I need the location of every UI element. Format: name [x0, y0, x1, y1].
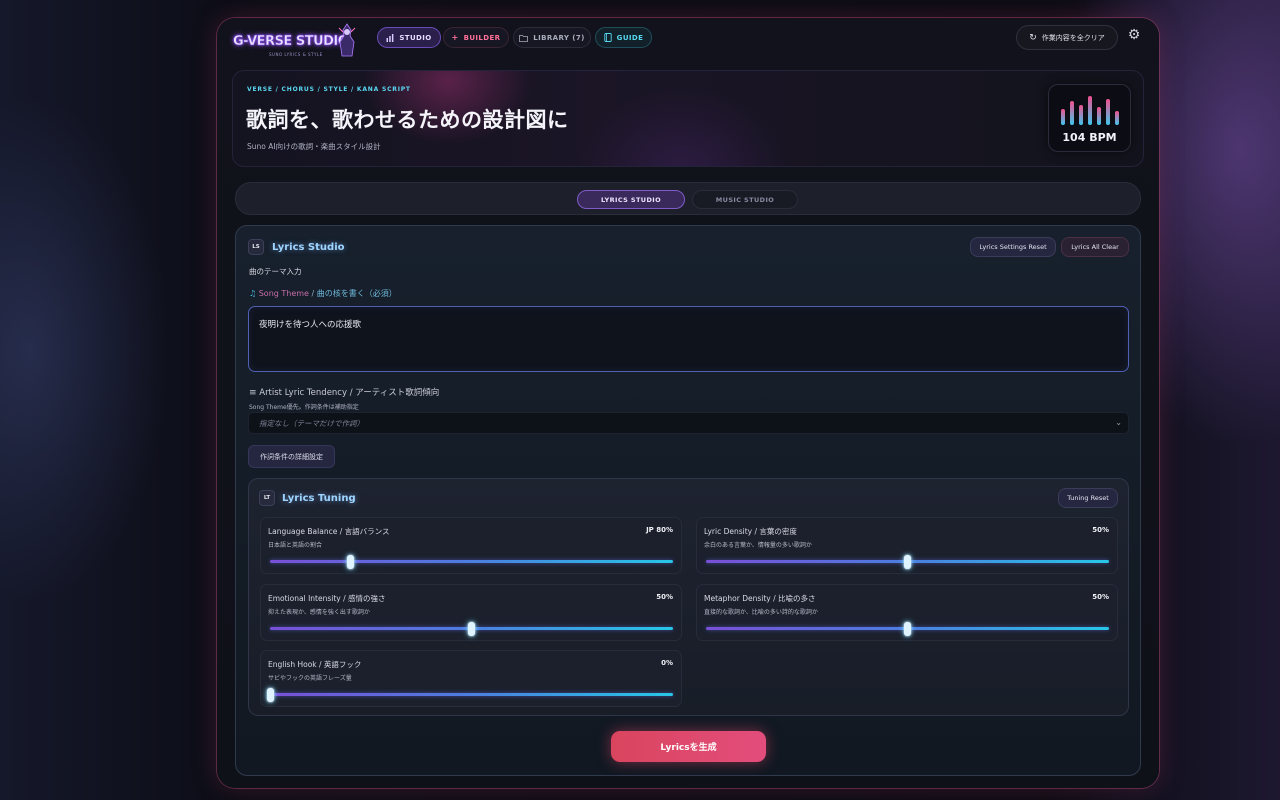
tuning-reset-button[interactable]: Tuning Reset — [1058, 488, 1118, 508]
app-window: G-VERSE STUDIO SUNO LYRICS & STYLE STUDI… — [217, 18, 1159, 788]
list-icon: ≡ — [249, 388, 257, 398]
lyrics-tuning-panel: LT Lyrics Tuning Tuning Reset Language B… — [248, 478, 1129, 716]
logo-character-icon — [338, 23, 356, 57]
slider-value: 50% — [1092, 526, 1109, 534]
slider-thumb[interactable] — [904, 622, 911, 636]
studio-toggle: LYRICS STUDIO MUSIC STUDIO — [235, 182, 1141, 215]
emotional-intensity-slider-card: Emotional Intensity / 感情の強さ 抑えた表現か、感情を強く… — [260, 584, 682, 641]
music-note-icon: ♫ — [249, 289, 257, 298]
slider-title: Language Balance / 言語バランス — [268, 527, 390, 536]
artist-tendency-note: Song Theme優先。作詞条件は補助指定 — [249, 404, 359, 411]
slider-title: Metaphor Density / 比喩の多さ — [704, 594, 816, 603]
bpm-value: 104 BPM — [1062, 131, 1117, 144]
artist-tendency-label-text: Artist Lyric Tendency / アーティスト歌詞傾向 — [259, 388, 440, 398]
equalizer-icon — [1061, 96, 1119, 125]
slider-desc: 日本語と英語の割合 — [268, 542, 323, 549]
language-balance-slider-card: Language Balance / 言語バランス 日本語と英語の割合 JP 8… — [260, 517, 682, 574]
slider-thumb[interactable] — [904, 555, 911, 569]
generate-lyrics-button[interactable]: Lyricsを生成 — [611, 731, 766, 762]
lyric-detail-settings-button[interactable]: 作詞条件の詳細設定 — [248, 445, 335, 468]
song-theme-input[interactable]: 夜明けを待つ人への応援歌 — [248, 306, 1129, 372]
slider-desc: 直接的な歌詞か、比喩の多い詩的な歌詞か — [704, 609, 818, 616]
slider-thumb[interactable] — [468, 622, 475, 636]
slider-track[interactable] — [270, 555, 673, 569]
tab-builder[interactable]: + BUILDER — [443, 27, 509, 48]
slider-track[interactable] — [706, 622, 1109, 636]
song-theme-label-sep: / — [308, 289, 317, 298]
tab-guide[interactable]: GUIDE — [595, 27, 652, 48]
hero-tags: VERSE / CHORUS / STYLE / KANA SCRIPT — [247, 86, 411, 93]
slider-title: English Hook / 英語フック — [268, 660, 362, 669]
logo-text: G-VERSE STUDIO — [233, 34, 349, 49]
chevron-down-icon: ⌄ — [1115, 418, 1122, 427]
tab-guide-label: GUIDE — [616, 33, 644, 42]
slider-value: 50% — [1092, 593, 1109, 601]
clear-all-label: 作業内容を全クリア — [1041, 33, 1105, 42]
hero-subtitle: Suno AI向けの歌詞・楽曲スタイル設計 — [247, 142, 381, 151]
folder-icon — [519, 34, 529, 42]
lyrics-tuning-badge: LT — [259, 490, 275, 506]
artist-tendency-value: 指定なし（テーマだけで作詞） — [259, 418, 364, 428]
slider-track[interactable] — [266, 688, 673, 702]
gear-icon[interactable]: ⚙ — [1127, 28, 1141, 42]
slider-value: 50% — [656, 593, 673, 601]
hero-banner: VERSE / CHORUS / STYLE / KANA SCRIPT 歌詞を… — [232, 70, 1144, 167]
tab-music-studio[interactable]: MUSIC STUDIO — [692, 190, 798, 209]
logo-subtext: SUNO LYRICS & STYLE — [269, 52, 323, 57]
plus-icon: + — [451, 33, 459, 42]
bar-chart-icon — [386, 33, 394, 42]
top-nav: G-VERSE STUDIO SUNO LYRICS & STYLE STUDI… — [217, 18, 1159, 58]
slider-track[interactable] — [706, 555, 1109, 569]
tab-library-label: LIBRARY (7) — [533, 33, 585, 42]
slider-thumb[interactable] — [347, 555, 355, 569]
tab-studio-label: STUDIO — [399, 33, 432, 42]
theme-section-label: 曲のテーマ入力 — [249, 267, 302, 276]
lyrics-studio-badge: LS — [248, 239, 264, 255]
page-title: 歌詞を、歌わせるための設計図に — [246, 108, 569, 132]
book-icon — [604, 33, 612, 42]
slider-desc: 抑えた表現か、感情を強く出す歌詞か — [268, 609, 370, 616]
artist-tendency-label: ≡ Artist Lyric Tendency / アーティスト歌詞傾向 — [249, 386, 439, 398]
slider-desc: 余白のある言葉か、情報量の多い歌詞か — [704, 542, 812, 549]
song-theme-label-en: Song Theme — [258, 289, 309, 298]
song-theme-label: ♫ Song Theme / 曲の核を書く（必須） — [249, 288, 397, 299]
lyrics-studio-title: Lyrics Studio — [272, 242, 345, 253]
tab-lyrics-studio[interactable]: LYRICS STUDIO — [577, 190, 685, 209]
slider-thumb[interactable] — [266, 688, 274, 702]
slider-value: 0% — [661, 659, 673, 667]
tab-library[interactable]: LIBRARY (7) — [513, 27, 591, 48]
artist-tendency-select[interactable]: 指定なし（テーマだけで作詞） ⌄ — [248, 412, 1129, 434]
lyrics-tuning-title: Lyrics Tuning — [282, 493, 356, 504]
slider-value: JP 80% — [646, 526, 673, 534]
tab-builder-label: BUILDER — [463, 33, 501, 42]
lyric-density-slider-card: Lyric Density / 言葉の密度 余白のある言葉か、情報量の多い歌詞か… — [696, 517, 1118, 574]
lyrics-all-clear-button[interactable]: Lyrics All Clear — [1061, 237, 1129, 257]
logo[interactable]: G-VERSE STUDIO SUNO LYRICS & STYLE — [231, 22, 361, 62]
metaphor-density-slider-card: Metaphor Density / 比喩の多さ 直接的な歌詞か、比喩の多い詩的… — [696, 584, 1118, 641]
slider-desc: サビやフックの英語フレーズ量 — [268, 675, 352, 682]
tab-studio[interactable]: STUDIO — [377, 27, 441, 48]
lyrics-studio-panel: LS Lyrics Studio Lyrics Settings Reset L… — [235, 225, 1141, 776]
clear-all-button[interactable]: ↻ 作業内容を全クリア — [1016, 25, 1118, 50]
slider-track[interactable] — [270, 622, 673, 636]
slider-title: Lyric Density / 言葉の密度 — [704, 527, 797, 536]
english-hook-slider-card: English Hook / 英語フック サビやフックの英語フレーズ量 0% — [260, 650, 682, 707]
slider-title: Emotional Intensity / 感情の強さ — [268, 594, 386, 603]
refresh-icon: ↻ — [1029, 32, 1037, 43]
song-theme-label-jp: 曲の核を書く（必須） — [316, 289, 397, 298]
bpm-display: 104 BPM — [1048, 84, 1131, 152]
lyrics-settings-reset-button[interactable]: Lyrics Settings Reset — [970, 237, 1056, 257]
